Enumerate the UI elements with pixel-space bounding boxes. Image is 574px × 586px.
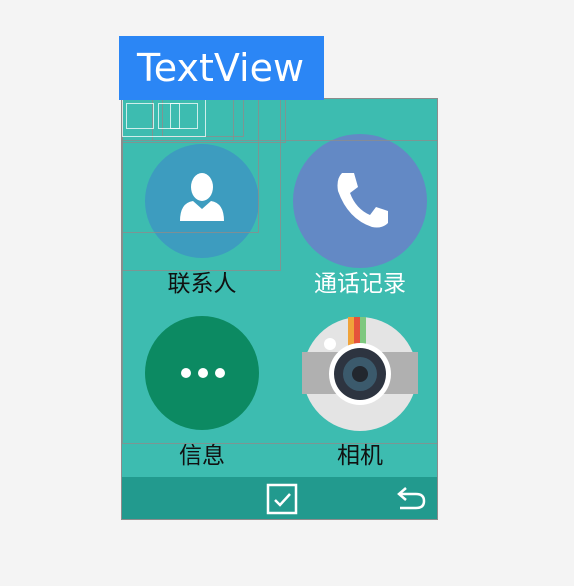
app-label-camera: 相机: [337, 443, 383, 469]
back-arrow-icon[interactable]: [396, 486, 426, 510]
app-label-call-log: 通话记录: [314, 271, 406, 297]
phone-screen: 联系人 通话记录 信息 相机: [121, 98, 438, 520]
inspector-highlight: [122, 99, 206, 137]
inspector-outline: [152, 99, 234, 141]
contact-person-icon: [180, 173, 224, 221]
phone-handset-icon: [337, 173, 388, 228]
inspector-outline: [162, 99, 244, 137]
camera-icon: [302, 317, 418, 431]
message-dots-icon: [181, 368, 225, 378]
inspector-highlight: [126, 103, 154, 129]
inspector-outline: [122, 99, 286, 143]
bottom-navigation-bar: [122, 477, 437, 519]
checkbox-icon[interactable]: [266, 483, 298, 515]
app-label-messages: 信息: [179, 443, 225, 469]
inspector-highlight: [158, 103, 198, 129]
inspector-highlight: [170, 103, 180, 129]
app-label-contacts: 联系人: [167, 271, 237, 297]
inspector-tooltip: TextView: [119, 36, 324, 100]
